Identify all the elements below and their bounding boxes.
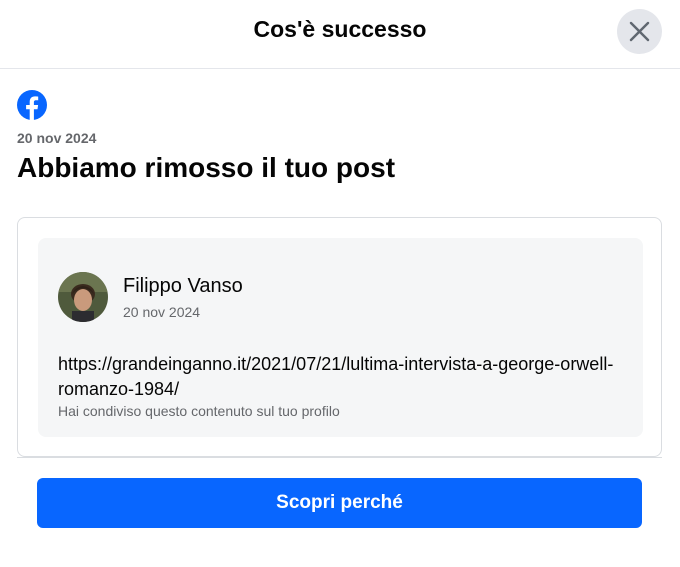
avatar-image xyxy=(58,272,108,322)
shared-note: Hai condiviso questo contenuto sul tuo p… xyxy=(58,403,340,419)
facebook-logo-icon xyxy=(17,90,47,120)
dialog-header: Cos'è successo xyxy=(0,0,680,69)
notice-title: Abbiamo rimosso il tuo post xyxy=(17,152,396,183)
learn-why-button[interactable]: Scopri perché xyxy=(37,478,642,528)
post-preview[interactable]: Filippo Vanso 20 nov 2024 https://grande… xyxy=(38,238,643,437)
removed-post-card: Filippo Vanso 20 nov 2024 https://grande… xyxy=(17,217,662,457)
what-happened-dialog: Cos'è successo 20 nov 2024 Abbiamo rimos… xyxy=(0,0,680,567)
close-button[interactable] xyxy=(617,9,662,54)
post-link[interactable]: https://grandeinganno.it/2021/07/21/lult… xyxy=(58,352,618,402)
divider xyxy=(17,457,662,458)
post-date: 20 nov 2024 xyxy=(123,304,201,320)
close-icon xyxy=(629,21,650,42)
notice-date: 20 nov 2024 xyxy=(17,130,97,146)
avatar[interactable] xyxy=(58,272,108,322)
post-author-name[interactable]: Filippo Vanso xyxy=(123,275,243,298)
dialog-title: Cos'è successo xyxy=(253,16,427,42)
